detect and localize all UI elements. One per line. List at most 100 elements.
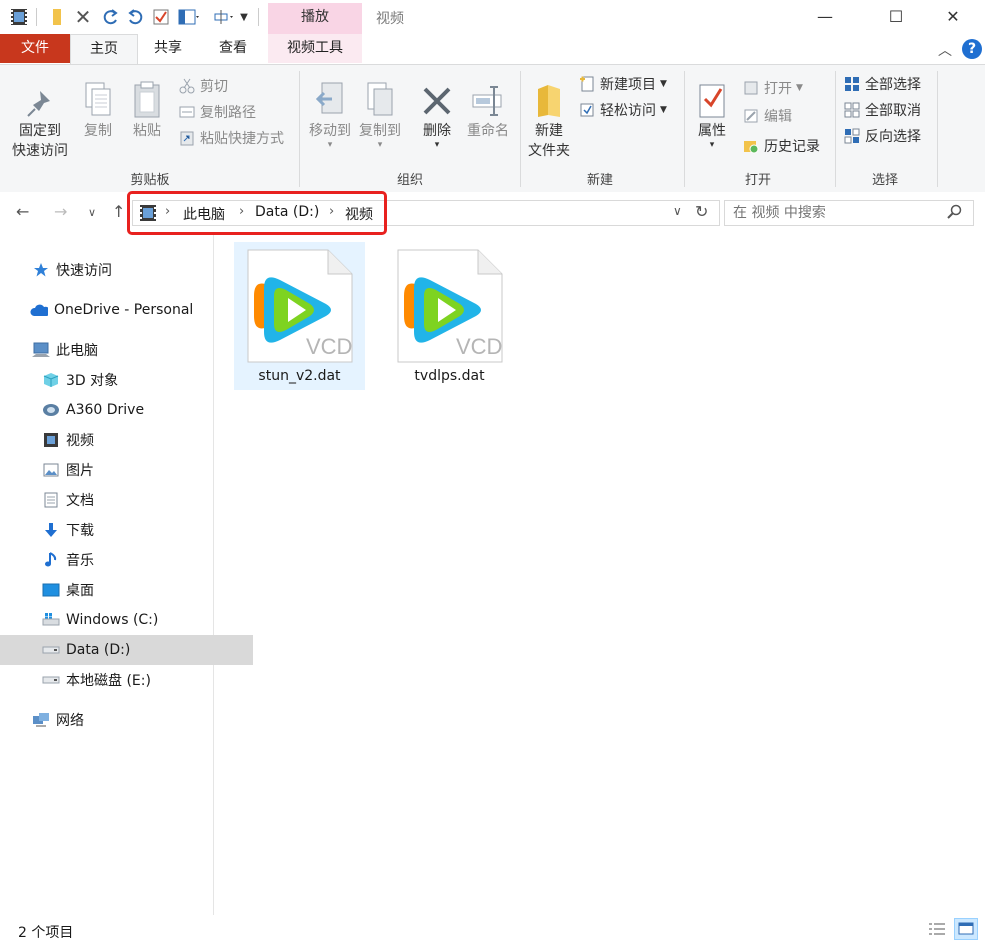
file-item[interactable]: VCD tvdlps.dat: [384, 242, 515, 390]
copy-button[interactable]: 复制: [78, 75, 118, 141]
search-input[interactable]: [731, 203, 935, 223]
pin-label-2: 快速访问: [12, 143, 68, 159]
cut-button[interactable]: 剪切: [178, 75, 228, 97]
up-arrow-icon[interactable]: ↑: [112, 202, 125, 221]
file-item[interactable]: VCD stun_v2.dat: [234, 242, 365, 390]
tab-home[interactable]: 主页: [70, 34, 138, 64]
item-count: 2 个项目: [18, 925, 74, 941]
copy-path-button[interactable]: 复制路径: [178, 101, 256, 123]
music-icon: [42, 551, 60, 569]
close-button[interactable]: ✕: [930, 0, 976, 32]
tab-view[interactable]: 查看: [208, 34, 258, 63]
nav-item-local-disk-e[interactable]: 本地磁盘 (E:): [0, 665, 253, 695]
new-folder-button[interactable]: 新建 文件夹: [524, 75, 574, 161]
nav-item-onedrive[interactable]: OneDrive - Personal: [0, 295, 241, 325]
nav-item-videos[interactable]: 视频: [0, 425, 253, 455]
nav-item-music[interactable]: 音乐: [0, 545, 253, 575]
nav-item-windows-c[interactable]: Windows (C:): [0, 605, 253, 635]
nav-label: 此电脑: [56, 343, 98, 359]
properties-qa-icon[interactable]: [50, 8, 66, 26]
customize-qa-dropdown-icon[interactable]: ▼: [238, 8, 250, 26]
tab-share[interactable]: 共享: [143, 34, 193, 63]
search-icon[interactable]: [947, 204, 963, 224]
cut-label: 剪切: [200, 79, 228, 95]
recent-locations-chevron-icon[interactable]: ∨: [88, 206, 96, 219]
delete-qa-icon[interactable]: ✕: [74, 5, 92, 29]
file-name: tvdlps.dat: [414, 368, 485, 384]
new-item-label: 新建项目: [600, 77, 656, 93]
paste-shortcut-label: 粘贴快捷方式: [200, 131, 284, 147]
nav-item-network[interactable]: 网络: [0, 705, 243, 735]
redo-icon[interactable]: [100, 8, 120, 26]
paste-shortcut-button[interactable]: 粘贴快捷方式: [178, 127, 284, 149]
desktop-icon: [42, 581, 60, 599]
copy-to-button[interactable]: 复制到 ▾: [356, 75, 404, 150]
nav-item-downloads[interactable]: 下载: [0, 515, 253, 545]
nav-item-quick-access[interactable]: 快速访问: [0, 255, 243, 285]
forward-arrow-icon[interactable]: →: [54, 202, 67, 221]
new-item-button[interactable]: 新建项目 ▼: [578, 73, 667, 95]
tencent-video-file-icon: VCD: [244, 248, 356, 368]
maximize-button[interactable]: ☐: [873, 0, 919, 32]
checkmark-icon[interactable]: [152, 8, 170, 26]
nav-item-desktop[interactable]: 桌面: [0, 575, 253, 605]
nav-item-data-d[interactable]: Data (D:): [0, 635, 253, 665]
tab-play-context[interactable]: 播放: [268, 3, 362, 34]
minimize-button[interactable]: —: [802, 0, 848, 32]
details-view-icon[interactable]: [928, 921, 946, 941]
properties-button[interactable]: 属性 ▾: [690, 75, 734, 150]
address-dropdown-icon[interactable]: ∨: [673, 204, 682, 218]
nav-label: 图片: [66, 463, 94, 479]
delete-button[interactable]: 删除 ▾: [418, 75, 456, 150]
rename-qa-icon[interactable]: [212, 8, 234, 26]
open-label: 打开: [764, 81, 792, 97]
nav-label: 视频: [66, 433, 94, 449]
rename-button[interactable]: 重命名: [462, 75, 514, 141]
nav-label: 音乐: [66, 553, 94, 569]
refresh-icon[interactable]: ↻: [695, 202, 708, 221]
nav-item-pictures[interactable]: 图片: [0, 455, 253, 485]
nav-item-3d-objects[interactable]: 3D 对象: [0, 365, 253, 395]
large-icons-view-icon[interactable]: [954, 918, 978, 940]
edit-button[interactable]: 编辑: [742, 105, 792, 127]
paste-button[interactable]: 粘贴: [126, 75, 168, 141]
ribbon: 固定到 快速访问 复制 粘贴 剪切 复制路径 粘贴快捷方式 剪贴板 移动到 ▾: [0, 64, 985, 193]
pictures-icon: [42, 461, 60, 479]
nav-item-documents[interactable]: 文档: [0, 485, 253, 515]
paste-label: 粘贴: [133, 123, 161, 139]
easy-access-icon: [578, 101, 596, 119]
invert-selection-label: 反向选择: [865, 129, 921, 145]
collapse-ribbon-icon[interactable]: ︿: [938, 40, 952, 60]
new-folder-label-2: 文件夹: [528, 143, 570, 159]
select-none-label: 全部取消: [865, 103, 921, 119]
invert-selection-button[interactable]: 反向选择: [843, 125, 921, 147]
easy-access-button[interactable]: 轻松访问 ▼: [578, 99, 667, 121]
easy-access-label: 轻松访问: [600, 103, 656, 119]
move-to-button[interactable]: 移动到 ▾: [306, 75, 354, 150]
layout-icon[interactable]: [178, 8, 200, 26]
nav-label: 快速访问: [56, 263, 112, 279]
search-box[interactable]: [724, 200, 974, 226]
tab-file[interactable]: 文件: [0, 34, 70, 63]
group-divider: [299, 71, 300, 187]
nav-item-a360-drive[interactable]: A360 Drive: [0, 395, 253, 425]
new-folder-label-1: 新建: [535, 123, 563, 139]
group-divider: [937, 71, 938, 187]
select-all-button[interactable]: 全部选择: [843, 73, 921, 95]
open-dropdown-icon: ▼: [796, 83, 803, 93]
history-button[interactable]: 历史记录: [742, 135, 820, 157]
tab-video-tools[interactable]: 视频工具: [268, 34, 362, 63]
select-none-button[interactable]: 全部取消: [843, 99, 921, 121]
help-icon[interactable]: ?: [962, 39, 982, 59]
open-button[interactable]: 打开 ▼: [742, 77, 803, 99]
documents-icon: [42, 491, 60, 509]
video-app-icon[interactable]: [10, 8, 28, 26]
back-arrow-icon[interactable]: ←: [16, 202, 29, 221]
easy-access-dropdown-icon: ▼: [660, 105, 667, 115]
undo-icon[interactable]: [126, 8, 146, 26]
nav-item-this-pc[interactable]: 此电脑: [0, 335, 243, 365]
download-icon: [42, 521, 60, 539]
select-group-label: 选择: [871, 173, 898, 188]
a360-icon: [42, 401, 60, 419]
pin-quick-access-button[interactable]: 固定到 快速访问: [6, 75, 74, 161]
